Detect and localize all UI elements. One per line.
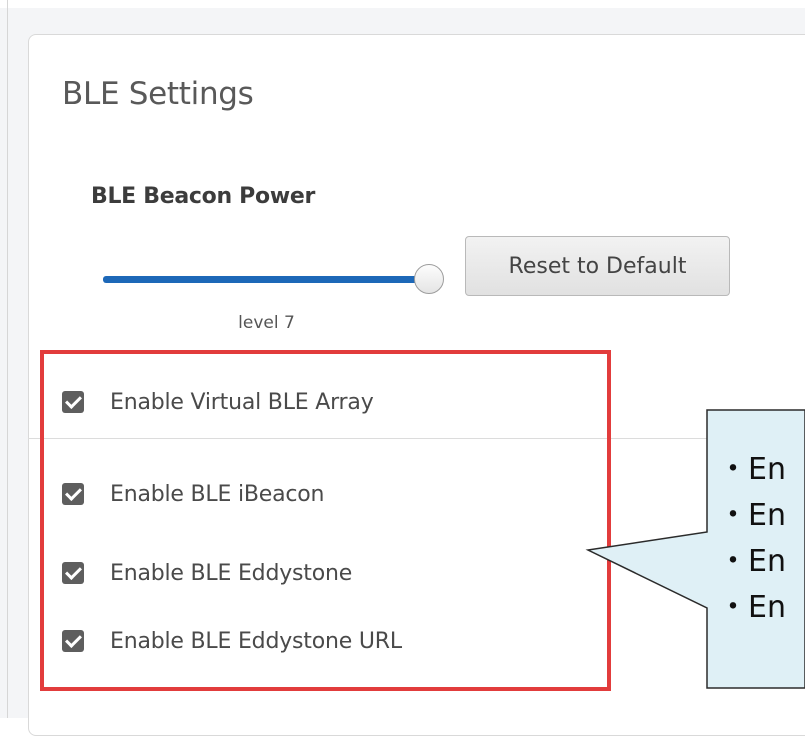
- callout-line: ・En: [718, 544, 786, 579]
- callout-bubble: [585, 409, 805, 689]
- callout-line: ・En: [718, 452, 786, 487]
- callout-line: ・En: [718, 590, 786, 625]
- callout-line: ・En: [718, 498, 786, 533]
